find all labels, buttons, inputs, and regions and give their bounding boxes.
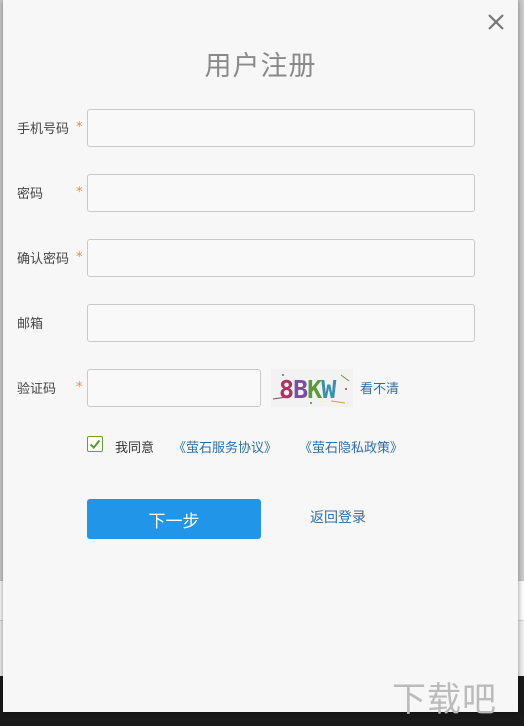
required-mark: *: [76, 380, 83, 395]
agree-checkbox[interactable]: [87, 436, 103, 452]
check-icon: [89, 439, 101, 449]
password-input[interactable]: [87, 174, 475, 212]
register-dialog: 用户注册 手机号码 * 密码 * 确认密码 * 邮箱 验证码 * 8BKW 看不…: [3, 0, 518, 712]
captcha-input[interactable]: [87, 369, 261, 407]
captcha-text: 8BKW: [279, 375, 336, 404]
email-label: 邮箱: [17, 317, 44, 332]
captcha-image[interactable]: 8BKW: [271, 369, 353, 407]
refresh-captcha-link[interactable]: 看不清: [360, 378, 399, 397]
privacy-policy-link[interactable]: 《萤石隐私政策》: [299, 437, 403, 456]
next-step-button[interactable]: 下一步: [87, 499, 261, 539]
close-button[interactable]: [484, 10, 508, 34]
phone-label: 手机号码: [17, 122, 70, 137]
confirm-password-label: 确认密码: [17, 252, 70, 267]
phone-input[interactable]: [87, 109, 475, 147]
agree-text: 我同意: [115, 441, 155, 456]
watermark-logo: 下载吧: [392, 680, 497, 720]
required-mark: *: [76, 185, 83, 200]
email-input[interactable]: [87, 304, 475, 342]
dialog-title: 用户注册: [204, 51, 317, 82]
back-to-login-link[interactable]: 返回登录: [310, 507, 366, 527]
required-mark: *: [76, 250, 83, 265]
captcha-label: 验证码: [17, 382, 57, 397]
confirm-password-input[interactable]: [87, 239, 475, 277]
password-label: 密码: [17, 187, 44, 202]
close-icon: [488, 14, 504, 30]
service-agreement-link[interactable]: 《萤石服务协议》: [173, 437, 277, 456]
required-mark: *: [76, 120, 83, 135]
